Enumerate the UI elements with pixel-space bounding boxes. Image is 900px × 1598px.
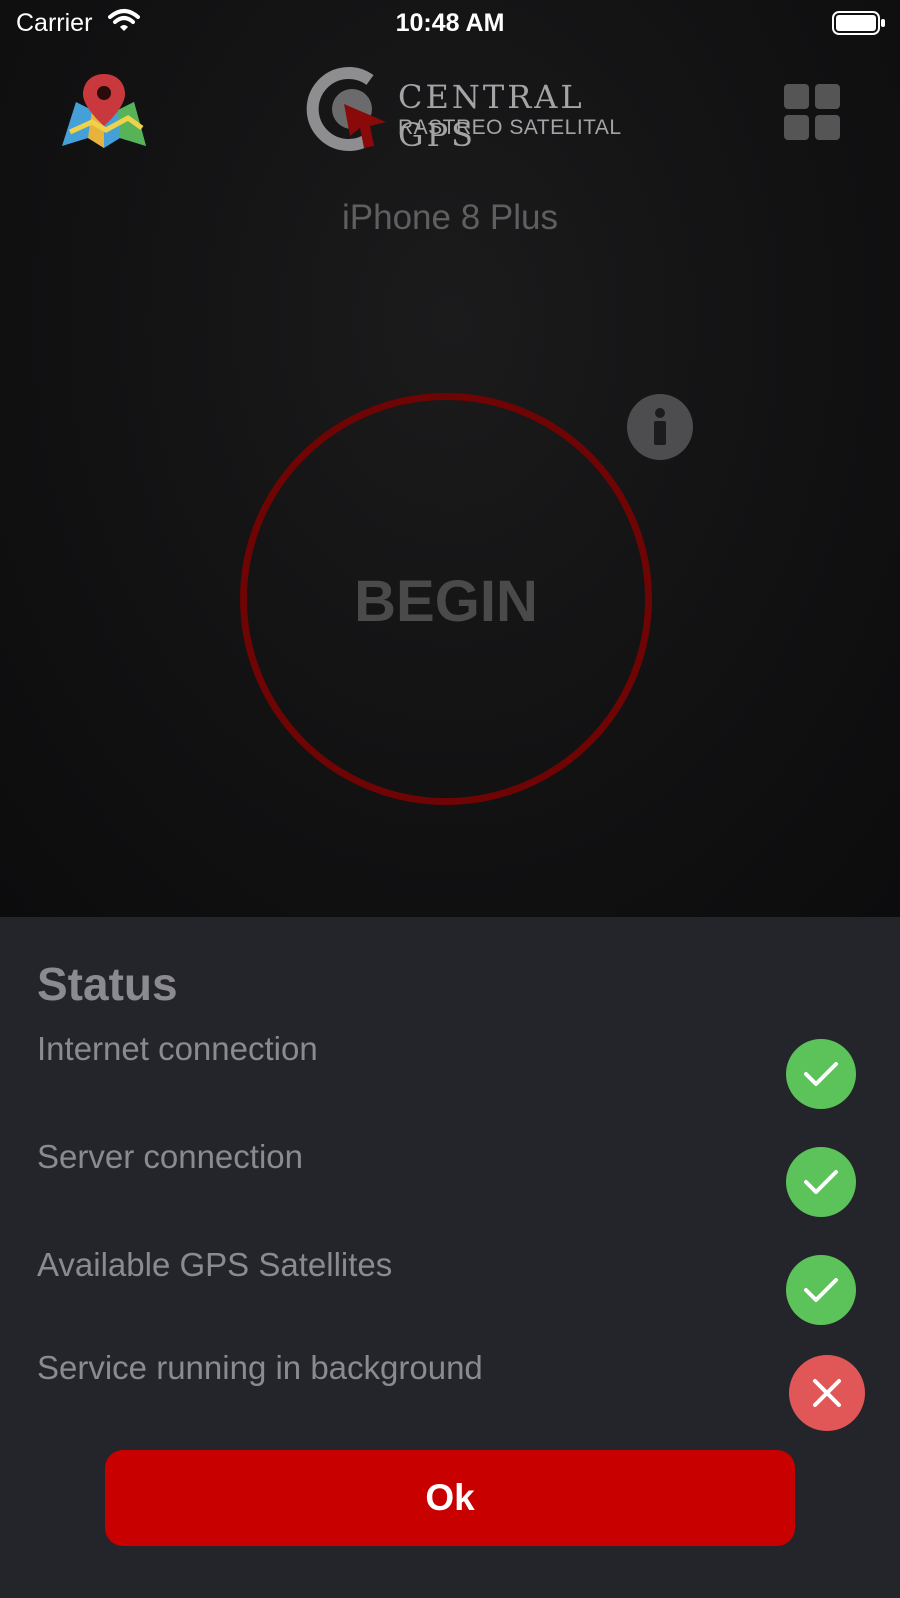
status-label-internet: Internet connection <box>37 1030 318 1067</box>
main-screen: Carrier 10:48 AM CENTRAL GPS RASTREO SAT… <box>0 0 900 917</box>
begin-label: BEGIN <box>354 568 538 634</box>
close-icon <box>789 1355 865 1431</box>
status-sheet: Status Internet connection Server connec… <box>0 917 900 1598</box>
check-icon <box>786 1147 856 1217</box>
logo-subtitle: RASTREO SATELITAL <box>398 116 622 139</box>
check-icon <box>786 1255 856 1325</box>
status-label-background: Service running in background <box>37 1349 483 1386</box>
status-label-gps: Available GPS Satellites <box>37 1246 393 1283</box>
info-icon[interactable] <box>627 394 693 460</box>
status-label-server: Server connection <box>37 1138 303 1175</box>
begin-button[interactable]: BEGIN <box>240 393 652 805</box>
status-title: Status <box>37 958 178 1010</box>
map-pin-icon[interactable] <box>58 70 150 159</box>
check-icon <box>786 1039 856 1109</box>
logo-emblem <box>306 67 386 151</box>
central-gps-logo: CENTRAL GPS RASTREO SATELITAL <box>300 66 640 156</box>
clock: 10:48 AM <box>395 9 505 37</box>
ok-button[interactable]: Ok <box>105 1450 795 1546</box>
grid-menu-icon[interactable] <box>784 84 840 140</box>
battery-icon <box>832 11 886 42</box>
status-bar: Carrier 10:48 AM <box>0 0 900 46</box>
device-name: iPhone 8 Plus <box>342 198 558 237</box>
